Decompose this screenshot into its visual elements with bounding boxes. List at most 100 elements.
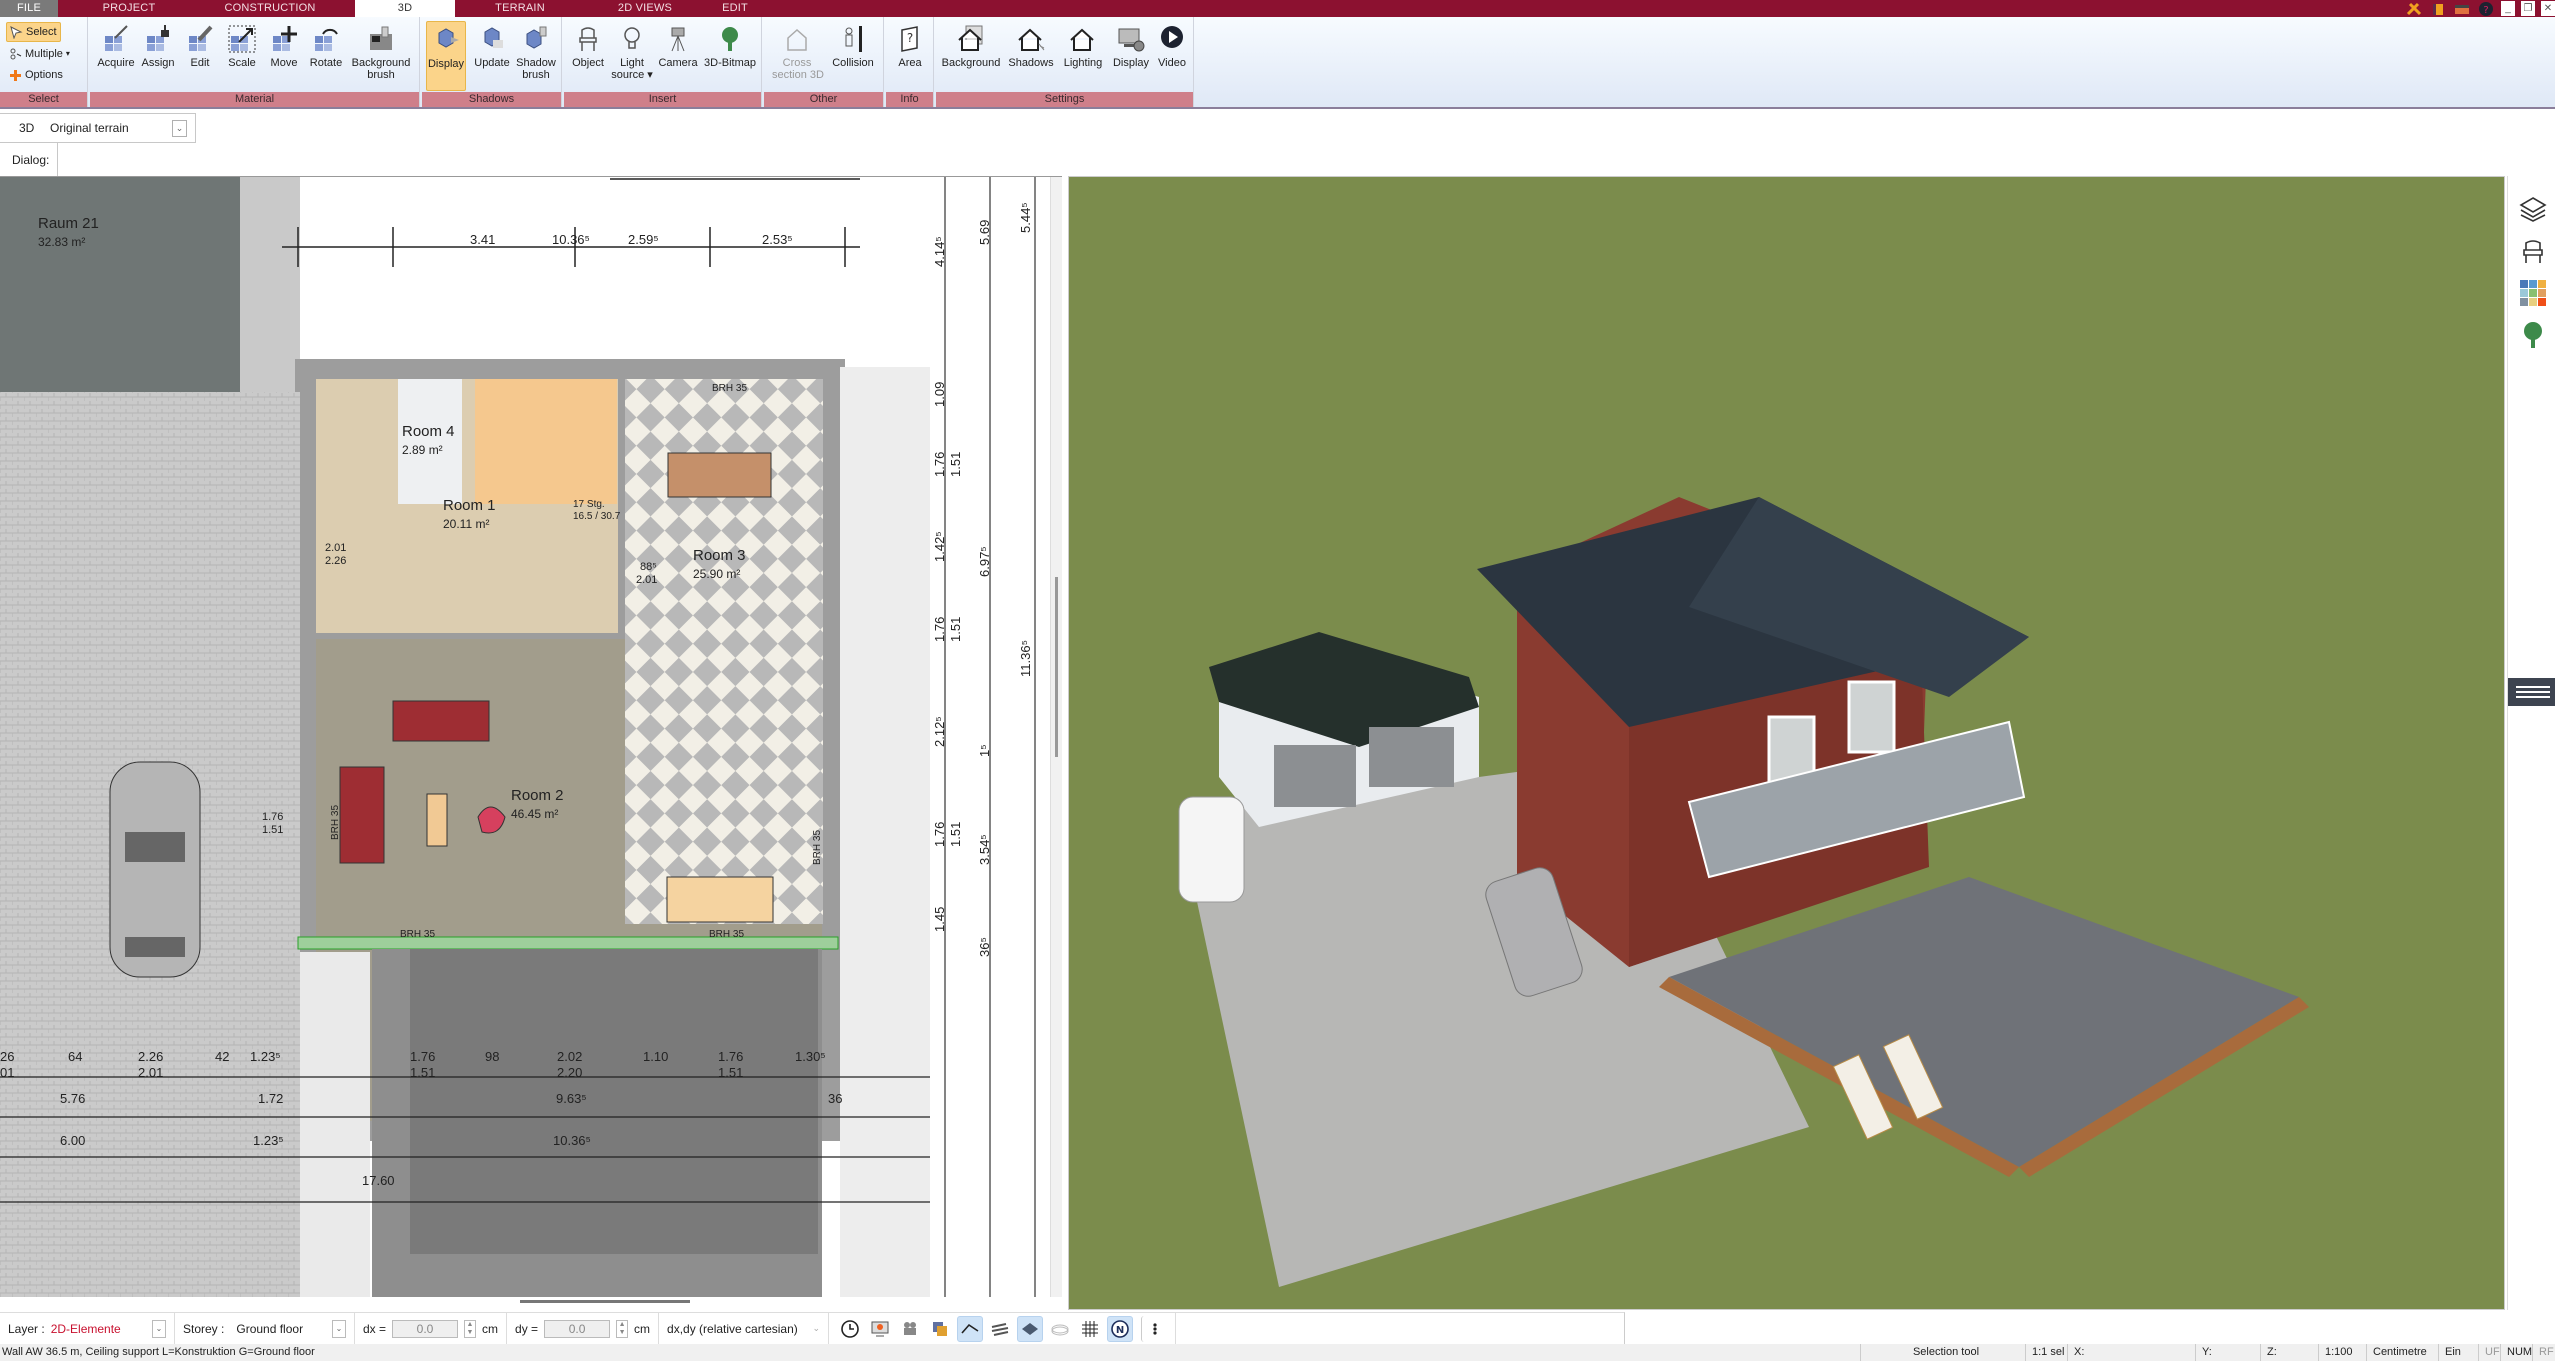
restore-button[interactable]: ❐ [2521,1,2535,16]
dimension-label: 1.23⁵ [250,1049,281,1064]
walls-icon[interactable] [987,1316,1013,1342]
dimension-label: 88⁵ [640,561,657,573]
dimension-label: 1.76 [932,821,947,847]
rotate-button[interactable]: Rotate [304,21,348,89]
acquire-button[interactable]: Acquire [94,21,138,89]
terrain-icon[interactable] [1047,1316,1073,1342]
minimize-button[interactable]: _ [2501,1,2515,16]
tab-file[interactable]: FILE [0,0,58,17]
3d-bitmap-button[interactable]: 3D-Bitmap [702,21,758,89]
help-icon[interactable]: ? [2477,1,2495,16]
background-settings-button[interactable]: Background [940,21,1002,89]
grid-icon[interactable] [1077,1316,1103,1342]
room-label: Room 4 [402,423,455,440]
area-button[interactable]: ? Area [888,21,932,89]
furniture-icon[interactable] [2518,236,2548,266]
plan-vertical-scrollbar[interactable] [1050,177,1062,1297]
select-group: Select Multiple ▾ Options Select [0,17,88,107]
tab-2d-views[interactable]: 2D VIEWS [610,0,680,17]
display-shadows-button[interactable]: Display [426,21,466,91]
camera-button[interactable]: Camera [656,21,700,89]
layers-color-icon[interactable] [927,1316,953,1342]
dimension-label: 2.53⁵ [762,232,793,247]
brush-icon [370,26,392,50]
tab-project[interactable]: PROJECT [95,0,163,17]
window-icon[interactable] [2453,2,2471,16]
storey-value[interactable]: Ground floor [230,1322,326,1336]
scrollbar-thumb[interactable] [1055,577,1058,757]
status-rf: RF [2532,1344,2555,1361]
sofa [392,700,490,742]
material-group-label: Material [90,92,419,107]
more-icon[interactable] [1141,1315,1167,1342]
terrain-select[interactable]: Original terrain [50,121,129,135]
multiple-label: Multiple [25,48,63,60]
dimension-label: 01 [0,1065,15,1080]
tab-edit[interactable]: EDIT [710,0,760,17]
top-dimension-lines [282,178,860,267]
chevron-down-icon[interactable]: ⌄ [172,120,187,137]
tab-3d[interactable]: 3D [355,0,455,17]
floor-plan-view[interactable]: Raum 21 32.83 m² Room 4 2.89 m² Room 1 2… [0,176,1062,1297]
clipboard-icon[interactable] [2429,2,2447,16]
3d-view[interactable] [1068,176,2505,1310]
roof-icon[interactable] [957,1315,984,1342]
window-controls: ? _ ❐ ✕ [2405,0,2555,17]
move-button[interactable]: Move [262,21,306,89]
hedge-left [300,952,370,1297]
insert-object-button[interactable]: Object [566,21,610,89]
dimension-label: 1.76 [932,451,947,477]
presentation-icon[interactable] [867,1316,893,1342]
video-camera-icon[interactable] [897,1316,923,1342]
multiple-select-button[interactable]: Multiple ▾ [6,44,73,64]
tools-icon[interactable] [2405,2,2423,16]
options-button[interactable]: Options [6,65,66,85]
display-settings-button[interactable]: Display [1110,21,1152,89]
background-brush-label-1: Background [351,57,411,69]
lighting-settings-button[interactable]: Lighting [1058,21,1108,89]
tab-construction[interactable]: CONSTRUCTION [220,0,320,17]
chevron-down-icon: ▾ [65,49,70,58]
north-icon[interactable]: N [1107,1315,1134,1342]
clock-icon[interactable] [837,1316,863,1342]
shadows-settings-button[interactable]: Shadows [1006,21,1056,89]
light-source-button[interactable]: Light source ▾ [610,21,654,89]
shadow-brush-button[interactable]: Shadow brush [514,21,558,89]
collision-label: Collision [832,57,874,69]
white-car [1178,796,1245,903]
area-question-icon: ? [901,26,918,52]
assign-button[interactable]: Assign [136,21,180,89]
plan-horizontal-scrollbar[interactable] [520,1300,690,1303]
dy-input[interactable]: 0.0 [544,1319,611,1338]
tab-terrain[interactable]: TERRAIN [485,0,555,17]
close-button[interactable]: ✕ [2541,1,2555,16]
collision-button[interactable]: Collision [828,21,878,89]
coordinate-mode-select[interactable]: dx,dy (relative cartesian) ⌄ [659,1313,830,1344]
materials-palette-icon[interactable] [2518,278,2548,308]
sidebar-collapse-handle[interactable] [2508,678,2555,706]
object-label: Object [572,57,604,69]
video-button[interactable]: Video [1152,21,1192,89]
select-tool-button[interactable]: Select [6,22,61,42]
dy-spinner[interactable]: ▲ ▼ [616,1319,629,1338]
update-shadows-button[interactable]: Update [470,21,514,89]
floor-plate-icon[interactable] [1017,1315,1044,1342]
dimension-label: 1.76 [262,811,284,823]
scale-button[interactable]: Scale [220,21,264,89]
dx-input[interactable]: 0.0 [392,1319,459,1338]
background-brush-button[interactable]: Background brush [348,21,414,89]
chevron-down-icon[interactable]: ⌄ [332,1319,346,1338]
dimension-label: 9.63⁵ [556,1091,587,1106]
layers-icon[interactable] [2518,194,2548,224]
dimension-label: 5.44⁵ [1018,202,1033,233]
select-label: Select [26,26,57,38]
cross-section-3d-button[interactable]: Cross section 3D [772,21,824,89]
rotate-icon [315,28,338,51]
chevron-down-icon[interactable]: ⌄ [152,1319,166,1338]
edit-material-button[interactable]: Edit [178,21,222,89]
layer-value[interactable]: 2D-Elemente [51,1322,146,1336]
plants-icon[interactable] [2518,320,2548,350]
3d-bitmap-label: 3D-Bitmap [704,57,756,69]
sill-height-label: BRH 35 [400,929,436,940]
dx-spinner[interactable]: ▲ ▼ [464,1319,477,1338]
